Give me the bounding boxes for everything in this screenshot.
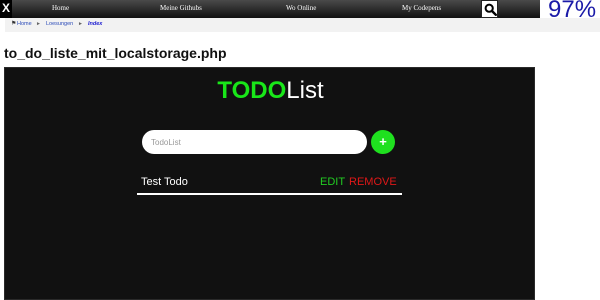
app-title-rest: List bbox=[286, 77, 324, 104]
todo-item-text: Test Todo bbox=[141, 176, 188, 188]
app-title: TODOList bbox=[5, 77, 536, 105]
home-icon: ⚑ bbox=[11, 21, 17, 27]
nav-link-wo-online[interactable]: Wo Online bbox=[286, 0, 316, 18]
search-button[interactable] bbox=[481, 0, 498, 18]
breadcrumb-home[interactable]: Home bbox=[17, 19, 32, 29]
breadcrumb-loesungen[interactable]: Loesungen bbox=[46, 19, 73, 29]
nav-bar-background bbox=[0, 0, 540, 18]
breadcrumb-separator: ► bbox=[78, 21, 83, 27]
breadcrumb-separator: ► bbox=[36, 21, 41, 27]
top-navigation-bar: X Home Meine Githubs Wo Online My Codepe… bbox=[0, 0, 600, 23]
page-title: to_do_liste_mit_localstorage.php bbox=[4, 45, 227, 61]
todo-input[interactable] bbox=[142, 130, 367, 154]
add-todo-button[interactable]: + bbox=[371, 130, 395, 154]
edit-todo-button[interactable]: EDIT bbox=[320, 176, 345, 188]
breadcrumb-index[interactable]: Index bbox=[88, 19, 102, 29]
nav-link-meine-githubs[interactable]: Meine Githubs bbox=[160, 0, 202, 18]
app-title-highlight: TODO bbox=[217, 77, 287, 104]
nav-link-my-codepens[interactable]: My Codepens bbox=[402, 0, 441, 18]
remove-todo-button[interactable]: REMOVE bbox=[349, 176, 397, 188]
todo-item: Test Todo EDIT REMOVE bbox=[137, 173, 402, 195]
todo-app-panel: TODOList + Test Todo EDIT REMOVE bbox=[4, 67, 535, 300]
nav-link-home[interactable]: Home bbox=[52, 0, 69, 18]
breadcrumb: ⚑ Home ► Loesungen ► Index bbox=[5, 18, 600, 32]
close-button[interactable]: X bbox=[0, 0, 12, 18]
search-icon bbox=[484, 3, 497, 16]
